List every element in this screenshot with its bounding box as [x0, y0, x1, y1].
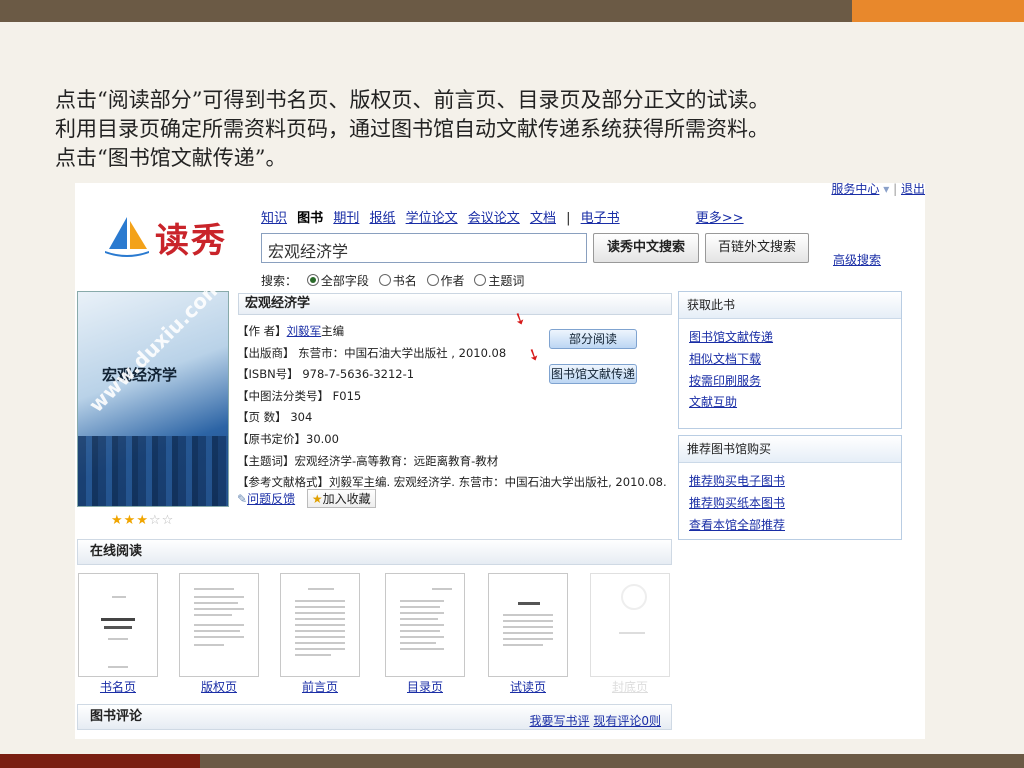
- page-thumbnail[interactable]: [385, 573, 465, 677]
- info-row: 【主题词】宏观经济学-高等教育：远距离教育-教材: [237, 453, 499, 468]
- star-icon: ★: [311, 492, 323, 506]
- thumb-label-back-cover[interactable]: 封底页: [580, 678, 680, 695]
- intro-line: 点击“图书馆文献传递”。: [55, 146, 287, 170]
- star-empty-icon: ☆: [148, 513, 162, 528]
- rating-stars[interactable]: ★★★☆☆: [111, 513, 174, 528]
- top-nav: 知识 图书 期刊 报纸 学位论文 会议论文 文档 | 电子书 更多>>: [261, 211, 744, 226]
- search-field-options: 搜索： 全部字段 书名 作者 主题词: [261, 272, 524, 289]
- thumb-label-toc-page[interactable]: 目录页: [375, 678, 475, 695]
- page-thumbnail[interactable]: [280, 573, 360, 677]
- nav-books[interactable]: 图书: [297, 211, 323, 226]
- recommend-link[interactable]: 查看本馆全部推荐: [689, 518, 785, 532]
- star-icon: ★: [111, 513, 124, 528]
- star-icon: ★: [123, 513, 137, 528]
- feedback-bar: ✎问题反馈 ★加入收藏: [237, 489, 376, 508]
- review-count-link[interactable]: 现有评论0则: [593, 714, 661, 728]
- thumb-label-title-page[interactable]: 书名页: [75, 678, 168, 695]
- nav-theses[interactable]: 学位论文: [406, 211, 458, 226]
- cover-watermark: www.duxiu.com: [84, 273, 228, 417]
- slide-bottom-accent: [0, 754, 200, 768]
- thumb-label-copyright-page[interactable]: 版权页: [169, 678, 269, 695]
- nav-conference[interactable]: 会议论文: [468, 211, 520, 226]
- thumb-label-preface-page[interactable]: 前言页: [270, 678, 370, 695]
- search-label: 搜索：: [261, 274, 298, 288]
- radio-label: 作者: [440, 274, 465, 288]
- service-center-link[interactable]: 服务中心: [831, 183, 879, 196]
- author-link[interactable]: 刘毅军: [287, 324, 322, 338]
- radio-label: 书名: [392, 274, 417, 288]
- page-thumbnail[interactable]: [78, 573, 158, 677]
- sailboat-logo-icon: [105, 217, 149, 257]
- get-book-link[interactable]: 图书馆文献传递: [689, 330, 773, 344]
- slide-intro-text: 点击“阅读部分”可得到书名页、版权页、前言页、目录页及部分正文的试读。 利用目录…: [55, 86, 995, 173]
- recommend-panel: 推荐图书馆购买 推荐购买电子图书 推荐购买纸本图书 查看本馆全部推荐: [678, 435, 902, 540]
- nav-knowledge[interactable]: 知识: [261, 211, 287, 226]
- radio-subject[interactable]: [474, 274, 487, 286]
- online-reading-header: 在线阅读: [77, 539, 672, 565]
- star-empty-icon: ☆: [161, 513, 175, 528]
- page-thumbnail[interactable]: [488, 573, 568, 677]
- duxiu-search-button[interactable]: 读秀中文搜索: [593, 233, 699, 263]
- recommend-link[interactable]: 推荐购买纸本图书: [689, 496, 785, 510]
- recommend-header: 推荐图书馆购买: [679, 436, 901, 463]
- nav-documents[interactable]: 文档: [530, 211, 556, 226]
- comments-header: 图书评论: [90, 709, 143, 724]
- nav-ebooks[interactable]: 电子书: [581, 211, 620, 226]
- intro-line: 点击“阅读部分”可得到书名页、版权页、前言页、目录页及部分正文的试读。: [55, 88, 770, 112]
- nav-newspapers[interactable]: 报纸: [369, 211, 395, 226]
- thumb-label-trial-page[interactable]: 试读页: [478, 678, 578, 695]
- foreign-search-button[interactable]: 百链外文搜索: [705, 233, 809, 263]
- get-book-link[interactable]: 文献互助: [689, 395, 737, 409]
- get-book-link[interactable]: 相似文档下载: [689, 352, 761, 366]
- radio-author[interactable]: [426, 274, 439, 286]
- book-title: 宏观经济学: [238, 293, 672, 315]
- slide-top-accent: [852, 0, 1024, 22]
- nav-journals[interactable]: 期刊: [333, 211, 359, 226]
- radio-title[interactable]: [378, 274, 391, 286]
- pencil-icon: ✎: [237, 492, 248, 506]
- logo-text: 读秀: [155, 221, 227, 261]
- advanced-search-link[interactable]: 高级搜索: [833, 251, 881, 268]
- radio-all-fields[interactable]: [306, 274, 319, 286]
- book-cover[interactable]: 宏观经济学 www.duxiu.com: [77, 274, 229, 507]
- recommend-link[interactable]: 推荐购买电子图书: [689, 474, 785, 488]
- write-review-link[interactable]: 我要写书评: [530, 714, 590, 728]
- slide-top-bar: [0, 0, 852, 22]
- partial-read-button[interactable]: 部分阅读: [549, 329, 637, 349]
- page-thumbnail[interactable]: [179, 573, 259, 677]
- get-book-header: 获取此书: [679, 292, 901, 319]
- exit-link[interactable]: 退出: [901, 183, 925, 196]
- info-row: 【中图法分类号】 F015: [237, 388, 362, 403]
- get-book-link[interactable]: 按需印刷服务: [689, 374, 761, 388]
- search-input[interactable]: 宏观经济学: [261, 233, 587, 263]
- get-book-panel: 获取此书 图书馆文献传递 相似文档下载 按需印刷服务 文献互助: [678, 291, 902, 429]
- radio-label: 主题词: [488, 274, 525, 288]
- site-logo[interactable]: 读秀: [103, 211, 243, 261]
- page-thumbnail[interactable]: [590, 573, 670, 677]
- add-favorite-button[interactable]: ★加入收藏: [306, 489, 376, 508]
- duxiu-screenshot: 服务中心 ▾ | 退出 读秀 知识 图书 期刊 报纸 学位论文 会议论文 文档 …: [75, 183, 925, 739]
- info-row: 【页 数】 304: [237, 410, 313, 425]
- info-row: 【原书定价】30.00: [237, 431, 339, 446]
- radio-label: 全部字段: [320, 274, 369, 288]
- feedback-link[interactable]: 问题反馈: [247, 492, 295, 506]
- intro-line: 利用目录页确定所需资料页码，通过图书馆自动文献传递系统获得所需资料。: [55, 117, 769, 141]
- chevron-down-icon: ▾: [883, 183, 890, 196]
- book-comments-bar: 图书评论 我要写书评 现有评论0则: [77, 704, 672, 730]
- star-icon: ★: [136, 513, 149, 528]
- top-links: 服务中心 ▾ | 退出: [831, 183, 925, 196]
- library-delivery-button[interactable]: 图书馆文献传递: [549, 364, 637, 384]
- nav-more[interactable]: 更多>>: [696, 211, 744, 226]
